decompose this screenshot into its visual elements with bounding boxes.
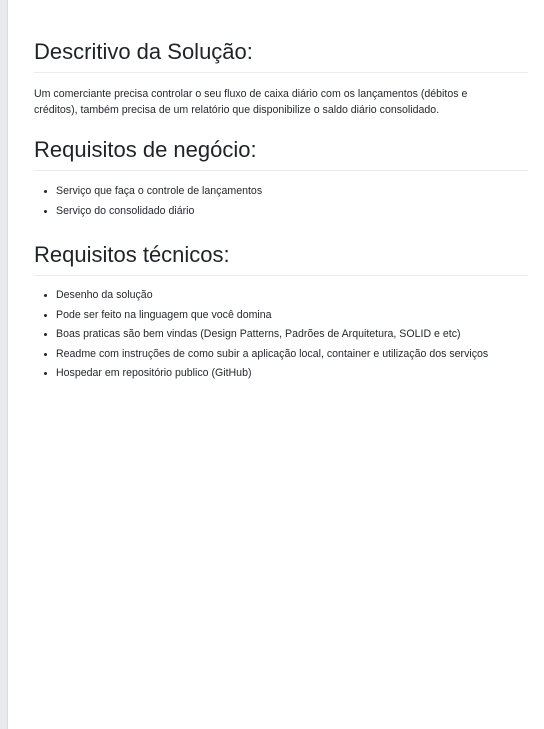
description-paragraph: Um comerciante precisa controlar o seu f… [34, 88, 468, 116]
heading-descritivo: Descritivo da Solução: [34, 38, 528, 73]
list-item: Pode ser feito na linguagem que você dom… [56, 306, 528, 326]
heading-requisitos-negocio: Requisitos de negócio: [34, 136, 528, 171]
list-item: Desenho da solução [56, 286, 528, 306]
left-sidebar-edge [0, 0, 8, 729]
document-content: Descritivo da Solução: Um comerciante pr… [34, 38, 528, 404]
list-item: Readme com instruções de como subir a ap… [56, 345, 528, 365]
list-item: Hospedar em repositório publico (GitHub) [56, 364, 528, 384]
business-requirements-list: Serviço que faça o controle de lançament… [34, 181, 528, 221]
heading-requisitos-tecnicos: Requisitos técnicos: [34, 241, 528, 276]
list-item: Serviço que faça o controle de lançament… [56, 181, 528, 201]
list-item: Boas praticas são bem vindas (Design Pat… [56, 325, 528, 345]
technical-requirements-list: Desenho da solução Pode ser feito na lin… [34, 286, 528, 384]
list-item: Serviço do consolidado diário [56, 201, 528, 221]
